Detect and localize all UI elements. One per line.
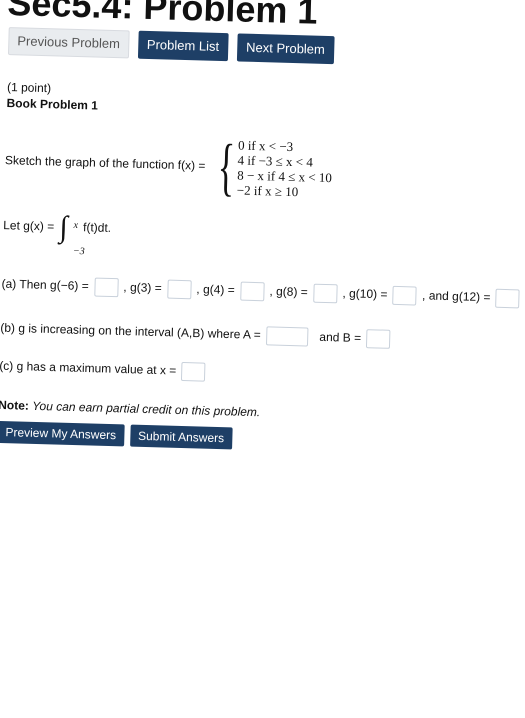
g10-label: , g(10) =: [342, 286, 388, 302]
sketch-text: Sketch the graph of the function f(x) =: [4, 153, 206, 173]
problem-navigation: Previous Problem Problem List Next Probl…: [7, 27, 335, 65]
part-b-prefix: (b) g is increasing on the interval (A,B…: [0, 320, 261, 342]
note-label: Note:: [0, 397, 30, 413]
maximum-x-input[interactable]: [181, 362, 206, 382]
submit-answers-button[interactable]: Submit Answers: [129, 424, 233, 450]
g4-label: , g(4) =: [196, 282, 235, 298]
part-c-prefix: (c) g has a maximum value at x =: [0, 358, 177, 378]
let-text: Let g(x) =: [3, 218, 55, 234]
piecewise-function: { 0 if x < −3 4 if −3 ≤ x < 4 8 − x if 4…: [210, 130, 333, 203]
note-row: Note: You can earn partial credit on thi…: [0, 397, 260, 420]
g12-label: , and g(12) =: [421, 288, 491, 305]
part-a-prefix: (a) Then g(−6) =: [1, 276, 89, 294]
g10-input[interactable]: [392, 285, 418, 306]
integral-lower-limit: −3: [72, 245, 85, 258]
preview-answers-button[interactable]: Preview My Answers: [0, 420, 125, 447]
g4-input[interactable]: [239, 281, 265, 302]
problem-list-button[interactable]: Problem List: [137, 30, 229, 62]
case-4: −2 if x ≥ 10: [236, 182, 299, 200]
integrand-text: f(t)dt.: [82, 220, 112, 236]
g-neg6-input[interactable]: [93, 277, 119, 298]
note-text: You can earn partial credit on this prob…: [32, 398, 261, 420]
sketch-row: Sketch the graph of the function f(x) = …: [4, 129, 333, 202]
answer-actions: Preview My Answers Submit Answers: [0, 420, 233, 450]
part-b-row: (b) g is increasing on the interval (A,B…: [0, 319, 393, 349]
previous-problem-button[interactable]: Previous Problem: [7, 27, 130, 59]
interval-b-input[interactable]: [366, 329, 391, 349]
g3-label: , g(3) =: [123, 280, 162, 296]
definition-row: Let g(x) = ∫ x −3 f(t)dt.: [3, 211, 112, 258]
next-problem-button[interactable]: Next Problem: [236, 33, 335, 65]
g12-input[interactable]: [495, 288, 521, 309]
brace-symbol: {: [216, 130, 236, 203]
g3-input[interactable]: [166, 279, 192, 300]
problem-body: (1 point) Book Problem 1 Sketch the grap…: [0, 79, 525, 450]
g8-label: , g(8) =: [269, 284, 308, 300]
g8-input[interactable]: [312, 283, 338, 304]
part-a-row: (a) Then g(−6) = , g(3) = , g(4) = , g(8…: [1, 275, 522, 309]
part-c-row: (c) g has a maximum value at x =: [0, 357, 208, 382]
interval-a-input[interactable]: [265, 326, 309, 347]
piecewise-cases: 0 if x < −3 4 if −3 ≤ x < 4 8 − x if 4 ≤…: [237, 137, 333, 200]
integral-sign: ∫ x −3: [59, 211, 85, 258]
problem-page: Sec5.4: Problem 1 Previous Problem Probl…: [0, 0, 525, 718]
page-title: Sec5.4: Problem 1: [6, 0, 319, 32]
and-b-label: and B =: [319, 329, 362, 345]
